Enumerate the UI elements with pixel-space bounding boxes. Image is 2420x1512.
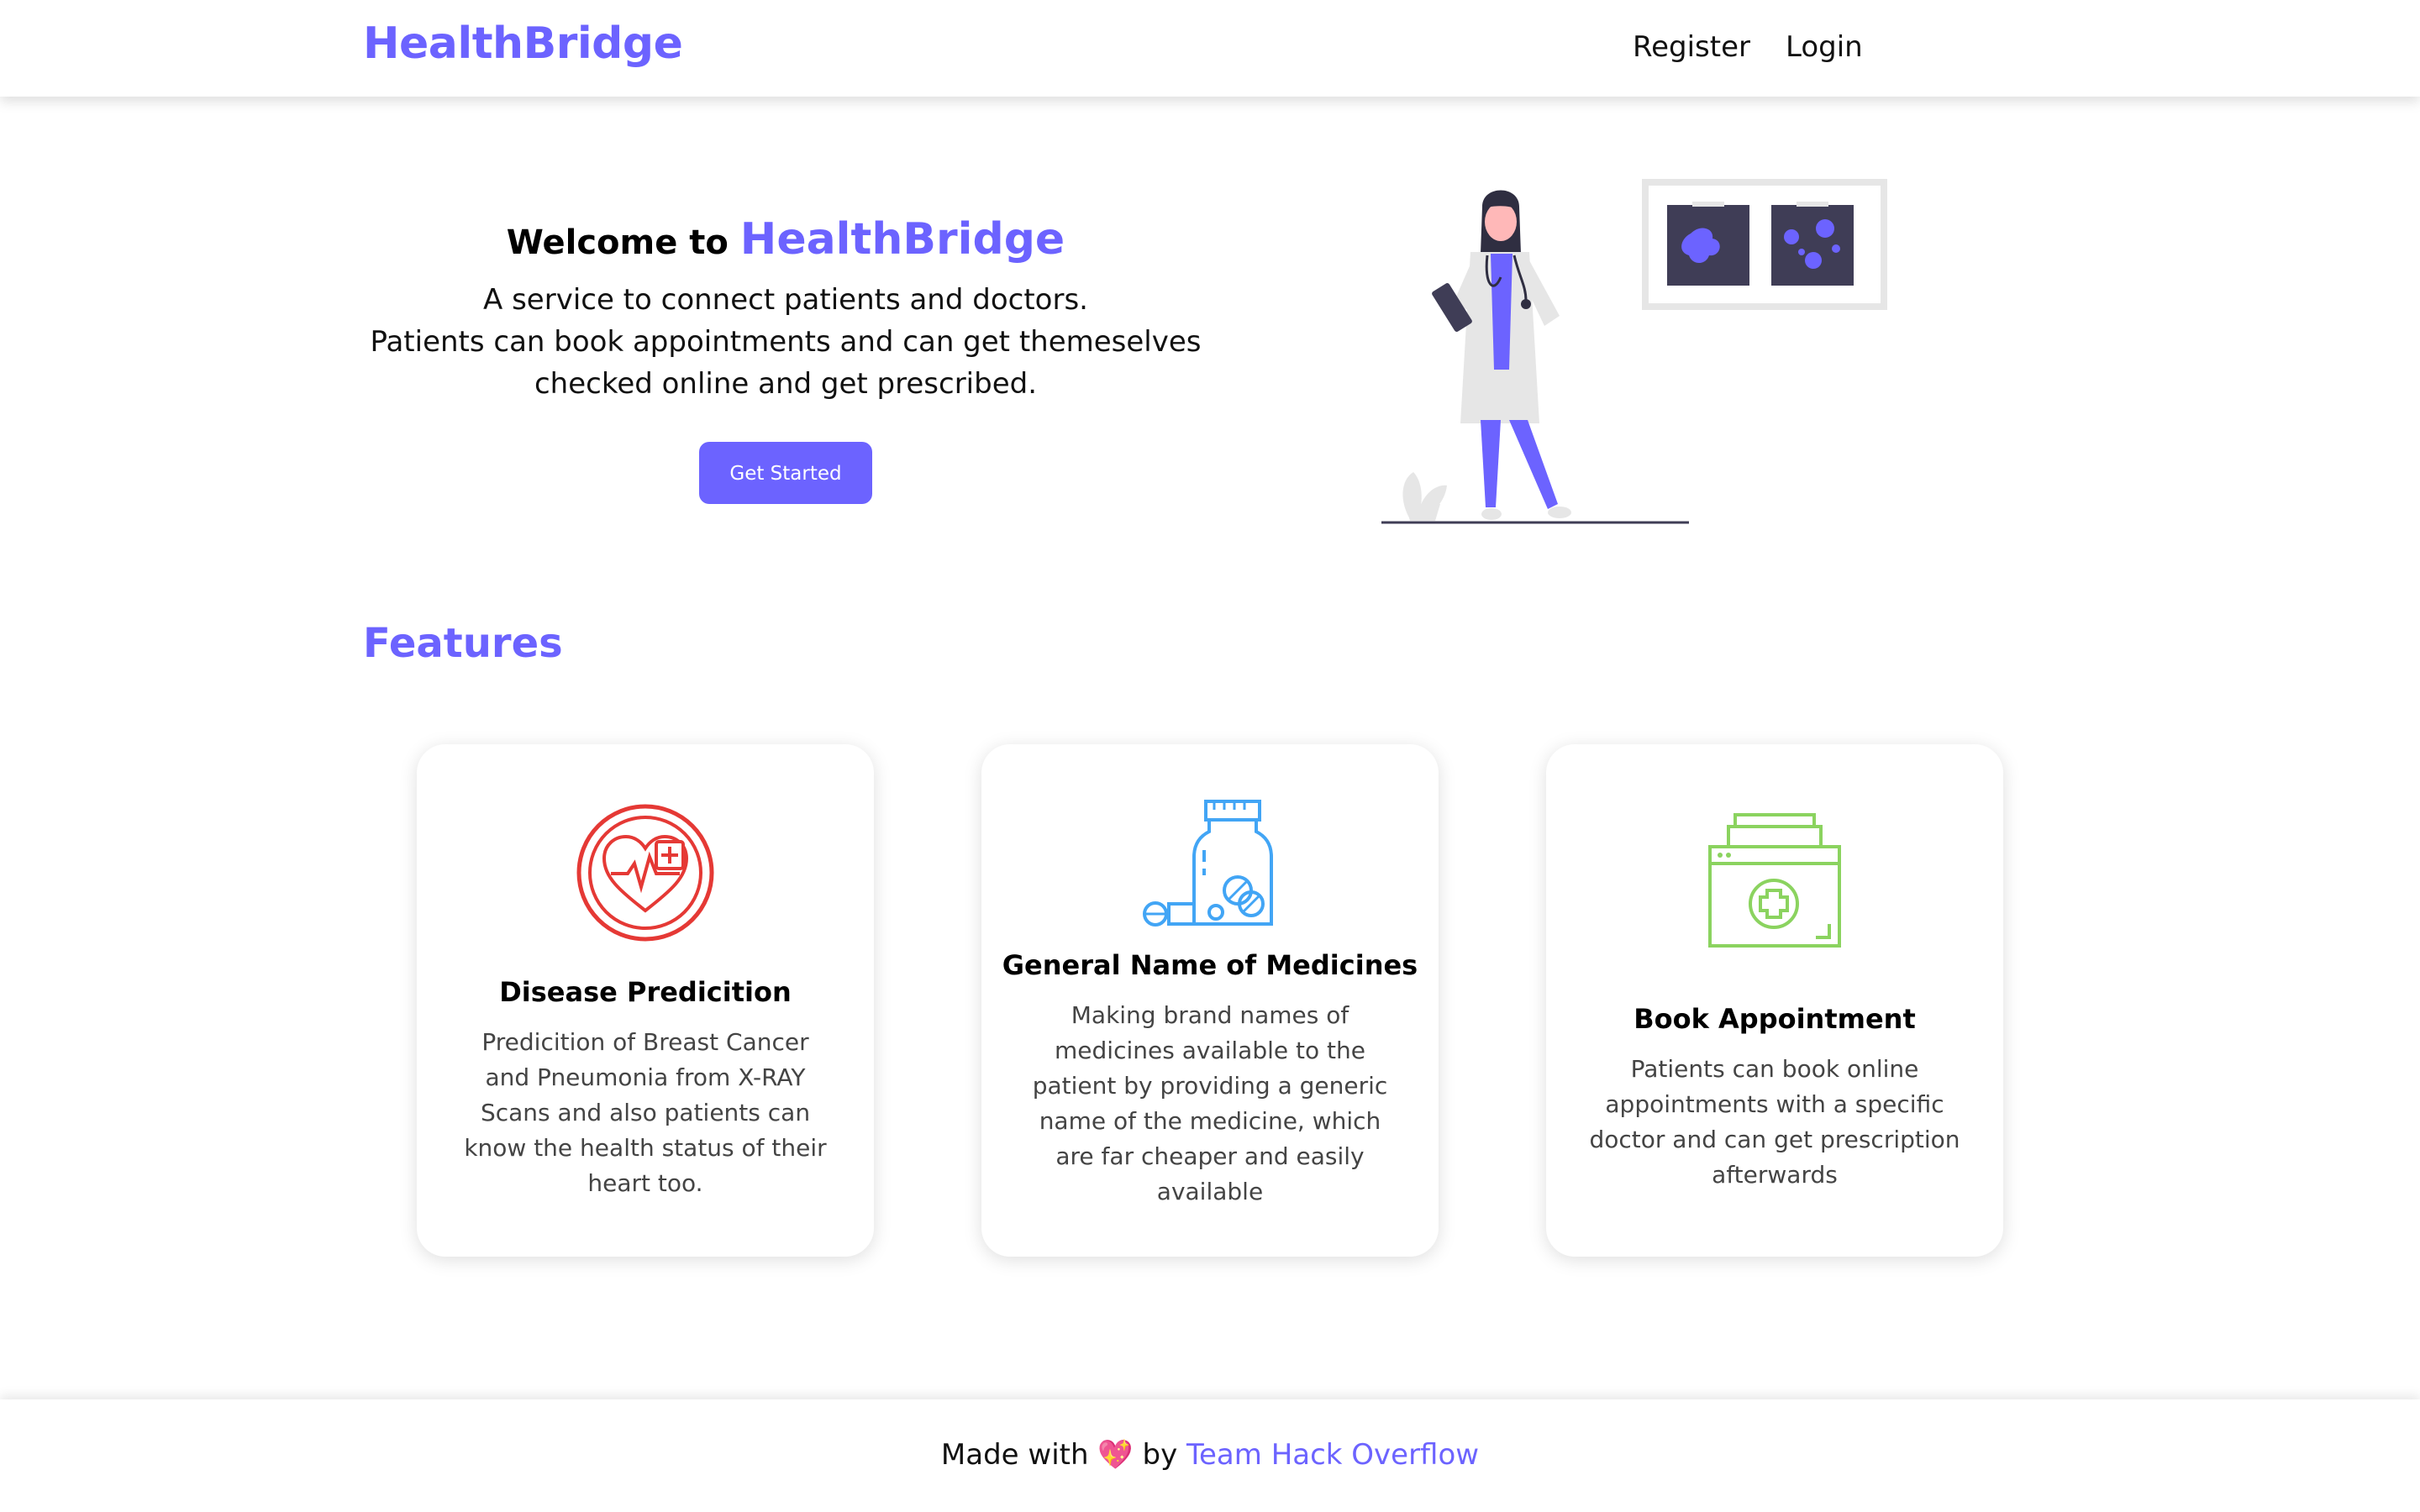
features-title: Features	[363, 620, 563, 667]
feature-card-generic-medicines: General Name of Medicines Making brand n…	[981, 744, 1439, 1257]
first-aid-kit-icon	[1708, 813, 1841, 948]
get-started-button[interactable]: Get Started	[699, 442, 872, 504]
register-link[interactable]: Register	[1633, 30, 1750, 64]
hero-description: A service to connect patients and doctor…	[353, 279, 1218, 405]
login-link[interactable]: Login	[1786, 30, 1863, 64]
feature-card-book-appointment: Book Appointment Patients can book onlin…	[1546, 744, 2003, 1257]
xray-board	[1642, 179, 1887, 310]
feature-title: General Name of Medicines	[1002, 949, 1418, 981]
navbar: HealthBridge Register Login	[0, 0, 2420, 97]
hero-description-line2: Patients can book appointments and can g…	[370, 325, 1202, 401]
welcome-brand: HealthBridge	[739, 214, 1065, 265]
footer-made-with: Made with	[940, 1438, 1089, 1472]
hero-title: Welcome to HealthBridge	[353, 210, 1218, 272]
feature-card-disease-prediction: Disease Predicition Predicition of Breas…	[417, 744, 874, 1257]
feature-description: Patients can book online appointments wi…	[1589, 1055, 1960, 1189]
doctor-figure	[1432, 190, 1571, 520]
footer-credit: Made with 💖 by Team Hack Overflow	[941, 1438, 1479, 1472]
doctor-illustration	[1381, 179, 1887, 524]
feature-description: Predicition of Breast Cancer and Pneumon…	[464, 1028, 827, 1197]
hero-section: Welcome to HealthBridge A service to con…	[353, 210, 1218, 504]
heart-plus-icon	[576, 804, 714, 942]
brand-logo[interactable]: HealthBridge	[363, 18, 683, 69]
medicine-bottle-icon	[1143, 800, 1273, 927]
feature-title: Disease Predicition	[499, 976, 792, 1008]
hero-description-line1: A service to connect patients and doctor…	[483, 283, 1088, 317]
team-link[interactable]: Team Hack Overflow	[1186, 1438, 1479, 1472]
welcome-prefix: Welcome to	[506, 223, 729, 262]
feature-description: Making brand names of medicines availabl…	[1032, 1001, 1388, 1205]
feature-title: Book Appointment	[1634, 1003, 1916, 1035]
footer: Made with 💖 by Team Hack Overflow	[0, 1399, 2420, 1512]
heart-icon: 💖	[1097, 1438, 1134, 1472]
plant-icon	[1402, 472, 1447, 521]
footer-by: by	[1142, 1438, 1178, 1472]
